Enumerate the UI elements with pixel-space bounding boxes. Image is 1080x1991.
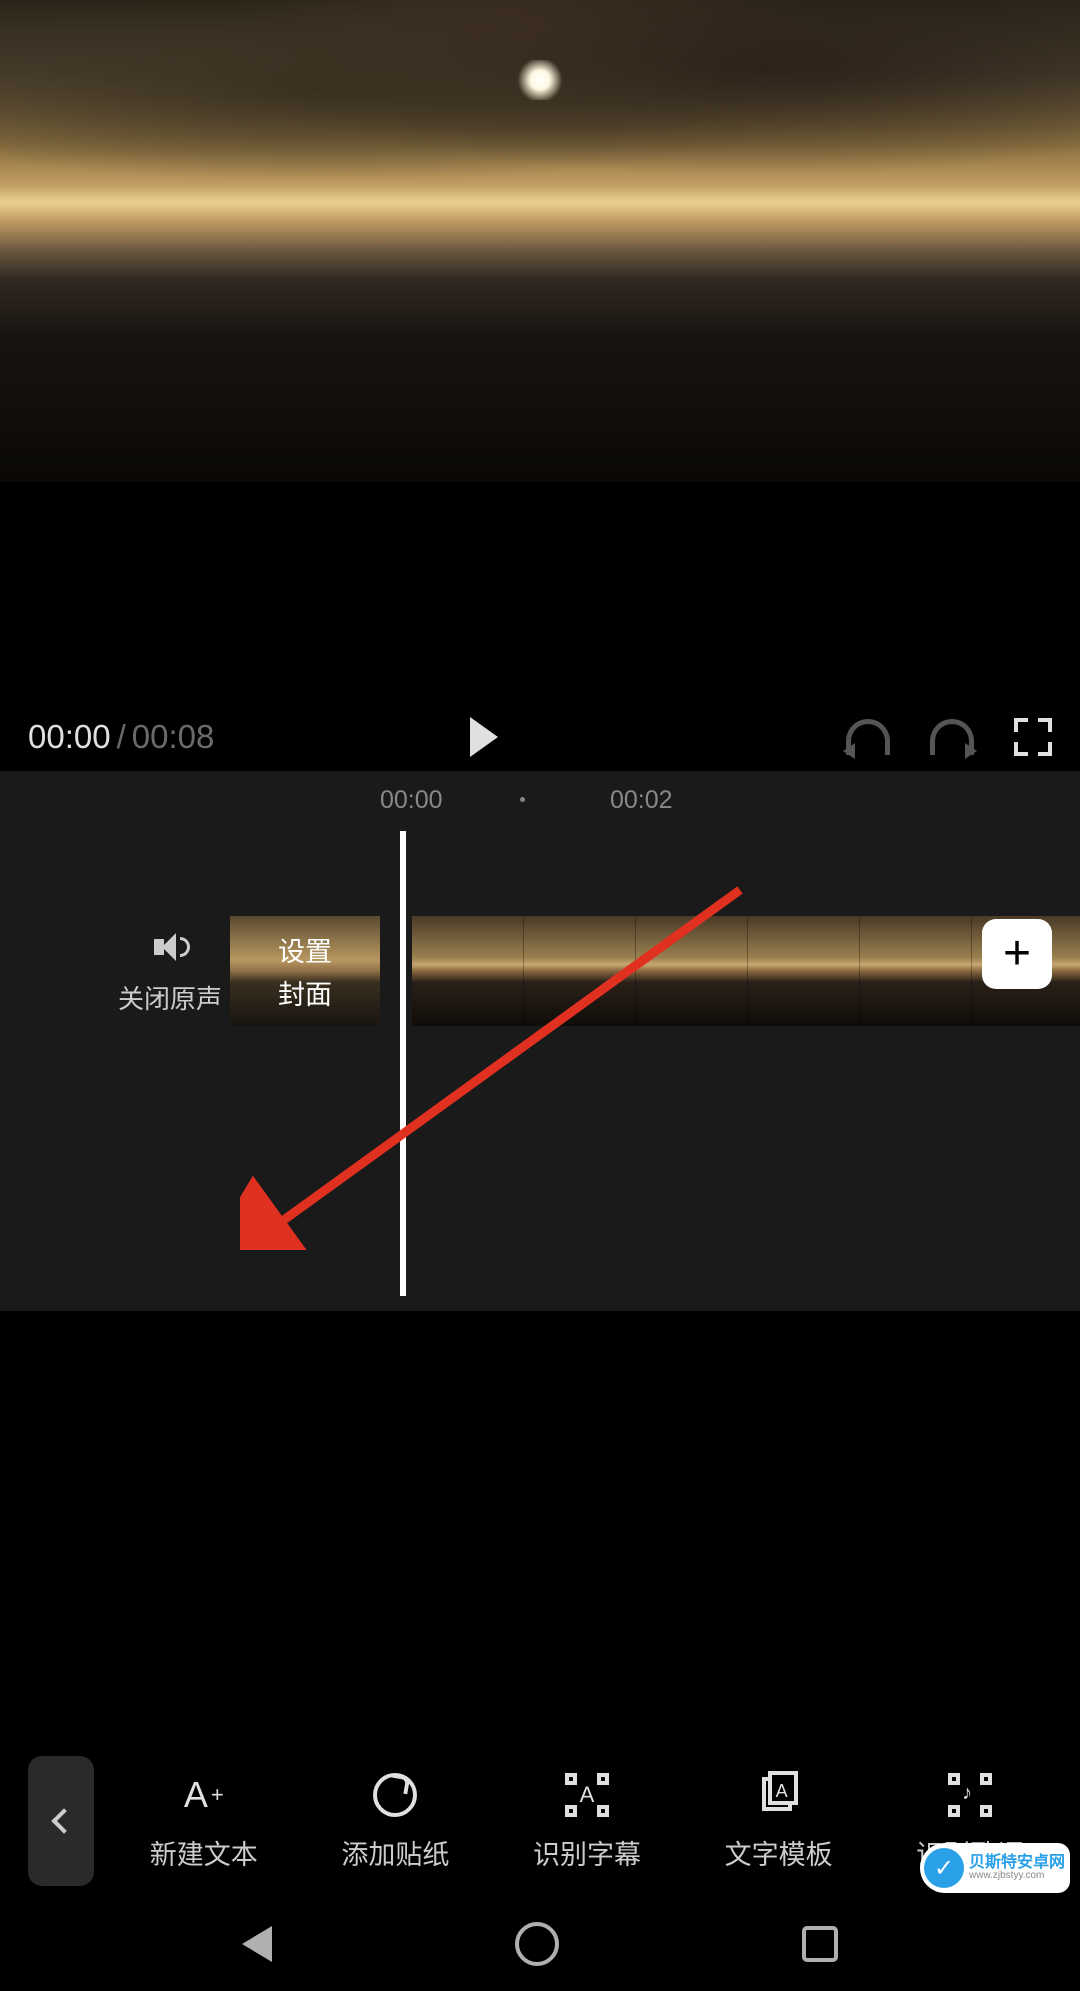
tool-label: 添加贴纸 [341, 1833, 449, 1872]
ruler-mark: 00:02 [610, 786, 673, 815]
cover-label-l1: 设置 [278, 930, 332, 969]
nav-home-icon[interactable] [515, 1922, 559, 1966]
watermark-url: www.zjbstyy.com [969, 1871, 1065, 1881]
nav-recent-icon[interactable] [802, 1926, 838, 1962]
speaker-icon [150, 927, 190, 967]
clip-thumb[interactable] [748, 916, 860, 1026]
chevron-left-icon [51, 1808, 76, 1833]
recognize-subtitles-button[interactable]: A 识别字幕 [533, 1771, 641, 1872]
plus-icon: + [1003, 930, 1031, 978]
new-text-button[interactable]: A+ 新建文本 [150, 1771, 258, 1872]
scan-text-icon: A [559, 1771, 615, 1819]
watermark-icon: ✓ [924, 1848, 964, 1888]
clip-strip[interactable] [412, 916, 1080, 1026]
tool-label: 新建文本 [150, 1833, 258, 1872]
set-cover-button[interactable]: 设置 封面 [230, 916, 380, 1026]
tool-label: 文字模板 [725, 1833, 833, 1872]
timeline-area[interactable]: 00:00 00:02 关闭原声 设置 封面 + [0, 771, 1080, 1311]
video-track[interactable]: 关闭原声 设置 封面 [0, 916, 1080, 1026]
watermark-badge: ✓ 贝斯特安卓网 www.zjbstyy.com [920, 1843, 1070, 1893]
text-toolbar: A+ 新建文本 添加贴纸 A 识别字幕 A 文字模板 ♪ 识别歌词 [0, 1746, 1080, 1896]
clip-thumb[interactable] [860, 916, 972, 1026]
text-template-button[interactable]: A 文字模板 [725, 1771, 833, 1872]
scan-music-icon: ♪ [942, 1771, 998, 1819]
redo-icon[interactable] [930, 719, 974, 755]
current-time: 00:00 [28, 718, 111, 756]
back-button[interactable] [28, 1756, 94, 1886]
text-plus-icon: A+ [176, 1771, 232, 1819]
preview-frame [0, 0, 1080, 220]
play-icon[interactable] [470, 717, 498, 757]
clip-thumb[interactable] [412, 916, 524, 1026]
time-ruler: 00:00 00:02 [0, 785, 1080, 815]
add-clip-button[interactable]: + [982, 919, 1052, 989]
playback-controls: 00:00 / 00:08 [0, 707, 1080, 767]
ruler-dot [520, 797, 525, 802]
system-nav-bar [0, 1896, 1080, 1991]
clip-thumb[interactable] [524, 916, 636, 1026]
sticker-icon [367, 1771, 423, 1819]
undo-icon[interactable] [846, 719, 890, 755]
preview-frame-sun [515, 60, 565, 100]
video-preview[interactable] [0, 0, 1080, 482]
playhead[interactable] [400, 831, 406, 1296]
fullscreen-icon[interactable] [1014, 718, 1052, 756]
ruler-mark: 00:00 [380, 786, 443, 815]
template-icon: A [751, 1771, 807, 1819]
cover-label-l2: 封面 [278, 973, 332, 1012]
tool-label: 识别字幕 [533, 1833, 641, 1872]
mute-label: 关闭原声 [118, 979, 222, 1016]
clip-thumb[interactable] [636, 916, 748, 1026]
watermark-title: 贝斯特安卓网 [969, 1855, 1065, 1871]
spacer [0, 482, 1080, 707]
nav-back-icon[interactable] [242, 1926, 272, 1962]
add-sticker-button[interactable]: 添加贴纸 [341, 1771, 449, 1872]
